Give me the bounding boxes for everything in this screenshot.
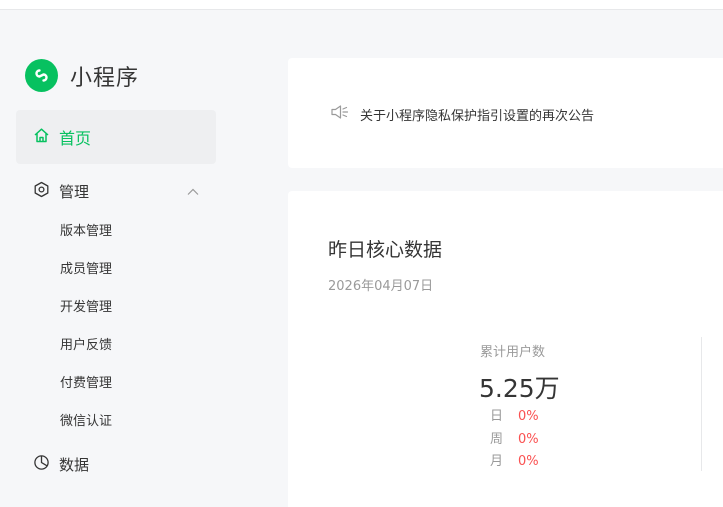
trend-period: 月 xyxy=(490,454,504,469)
home-icon xyxy=(33,127,50,148)
trend-day: 日 0% xyxy=(490,405,539,424)
top-bar xyxy=(0,0,723,10)
sidebar-item-data[interactable]: 数据 xyxy=(16,446,216,482)
metric-value: 5.25万 xyxy=(479,374,560,403)
sidebar-item-home[interactable]: 首页 xyxy=(16,110,216,164)
sidebar-item-data-label: 数据 xyxy=(59,455,90,474)
trend-period: 周 xyxy=(490,432,504,447)
sidebar-subitem-certification[interactable]: 微信认证 xyxy=(60,410,210,434)
trend-period: 日 xyxy=(490,409,504,424)
notice-card: 关于小程序隐私保护指引设置的再次公告 xyxy=(288,58,723,168)
metric-divider xyxy=(701,337,702,471)
sidebar-subitem-members[interactable]: 成员管理 xyxy=(60,258,210,282)
sidebar-subitem-feedback[interactable]: 用户反馈 xyxy=(60,334,210,358)
trend-change: 0% xyxy=(518,432,539,447)
pie-chart-icon xyxy=(33,454,50,475)
notice-text: 关于小程序隐私保护指引设置的再次公告 xyxy=(360,108,595,124)
sidebar-subitem-version[interactable]: 版本管理 xyxy=(60,220,210,244)
sidebar-subitem-payment[interactable]: 付费管理 xyxy=(60,372,210,396)
chevron-up-icon[interactable] xyxy=(186,184,200,203)
sidebar-group-manage[interactable]: 管理 xyxy=(16,172,216,210)
sidebar-item-home-label: 首页 xyxy=(59,129,92,148)
core-data-title: 昨日核心数据 xyxy=(328,239,443,261)
core-data-card: 昨日核心数据 2026年04月07日 累计用户数 5.25万 日 0% 周 0% 月… xyxy=(288,191,723,507)
sidebar-subitem-development[interactable]: 开发管理 xyxy=(60,296,210,320)
brand[interactable]: 小程序 xyxy=(25,59,139,92)
hexagon-settings-icon xyxy=(33,181,50,202)
core-data-date: 2026年04月07日 xyxy=(328,279,434,294)
trend-week: 周 0% xyxy=(490,428,539,447)
trend-change: 0% xyxy=(518,454,539,469)
speaker-icon xyxy=(330,104,350,124)
metric-label: 累计用户数 xyxy=(480,345,546,360)
trend-month: 月 0% xyxy=(490,450,539,469)
notice-link[interactable]: 关于小程序隐私保护指引设置的再次公告 xyxy=(330,104,594,124)
trend-change: 0% xyxy=(518,409,539,424)
brand-name: 小程序 xyxy=(70,65,140,91)
mini-program-logo-icon xyxy=(25,59,58,92)
sidebar-group-manage-label: 管理 xyxy=(59,182,90,201)
